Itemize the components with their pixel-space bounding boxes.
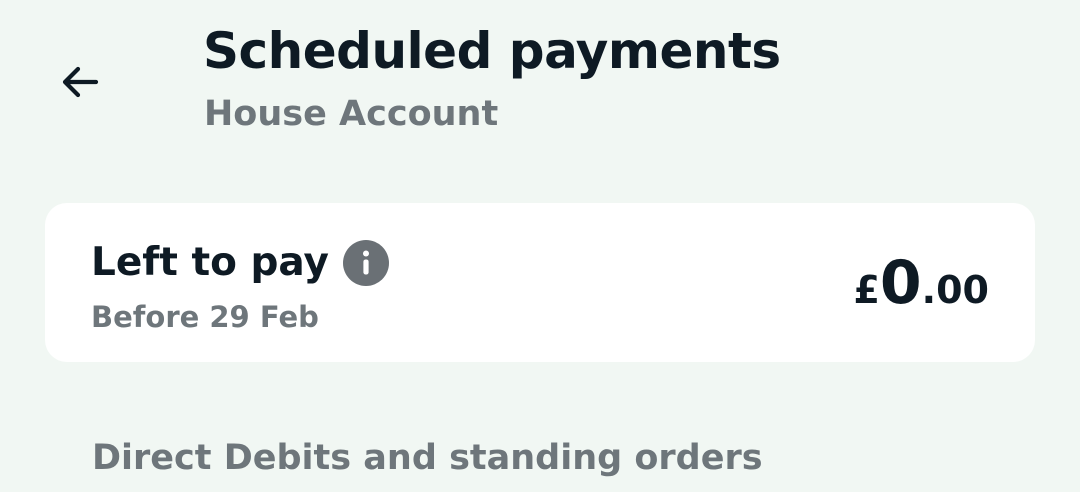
arrow-left-icon	[62, 66, 99, 98]
header: Scheduled payments House Account	[0, 0, 1080, 160]
amount-minor: .00	[921, 268, 989, 312]
page-title: Scheduled payments	[203, 22, 781, 80]
left-to-pay-card: Left to pay Before 29 Feb £0.00	[45, 203, 1035, 362]
section-heading: Direct Debits and standing orders	[92, 438, 763, 478]
info-icon[interactable]	[342, 240, 389, 286]
back-button[interactable]	[44, 46, 116, 118]
amount-major: 0	[879, 248, 922, 318]
amount-currency: £	[853, 268, 880, 312]
account-name: House Account	[204, 94, 499, 134]
due-date-label: Before 29 Feb	[91, 300, 319, 334]
left-to-pay-label: Left to pay	[91, 240, 329, 285]
info-glyph	[362, 250, 369, 275]
card-title-row: Left to pay	[91, 237, 389, 289]
amount-left-to-pay: £0.00	[853, 247, 989, 334]
